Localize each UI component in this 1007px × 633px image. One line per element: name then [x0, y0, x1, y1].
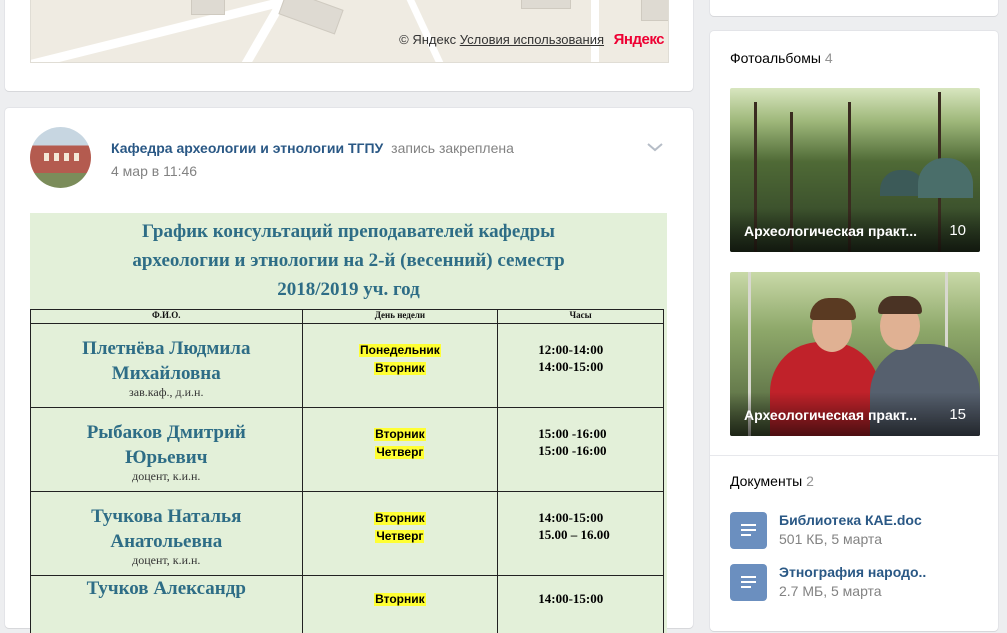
post-image-schedule[interactable]: График консультаций преподавателей кафед… — [30, 213, 667, 633]
documents-title: Документы — [730, 473, 802, 489]
teacher-rank: доцент, к.и.н. — [31, 470, 302, 482]
document-meta: 501 КБ, 5 марта — [779, 531, 882, 547]
teacher-patronymic: Михайловна — [31, 361, 302, 386]
sidebar-card: Фотоальбомы4 Археологическая практ... 10… — [710, 31, 998, 631]
table-row: Тучкова НатальяАнатольевнадоцент, к.и.н.… — [31, 492, 664, 576]
schedule-title-line: археологии и этнологии на 2-й (весенний)… — [30, 246, 667, 275]
schedule-table: Ф.И.О. День недели Часы Плетнёва Людмила… — [30, 309, 664, 633]
weekday: Четверг — [375, 446, 424, 459]
schedule-title-line: 2018/2019 уч. год — [30, 275, 667, 304]
album-tile[interactable]: Археологическая практ... 15 — [730, 272, 980, 436]
albums-title: Фотоальбомы — [730, 50, 821, 66]
teacher-surname: Тучкова Наталья — [31, 504, 302, 529]
hours: 15:00 -16:00 — [538, 442, 663, 459]
table-row: Рыбаков ДмитрийЮрьевичдоцент, к.и.н. Вто… — [31, 408, 664, 492]
teacher-rank: доцент, к.и.н. — [31, 554, 302, 566]
weekday: Понедельник — [359, 344, 441, 357]
pinned-label: запись закреплена — [391, 140, 514, 156]
sidebar-top-card — [710, 0, 998, 16]
document-name[interactable]: Библиотека КАЕ.doc — [779, 512, 922, 528]
author-name-link[interactable]: Кафедра археологии и этнологии ТГПУ — [111, 140, 383, 156]
map-attribution: © Яндекс Условия использования Яндекс — [399, 31, 664, 48]
schedule-header-row: Ф.И.О. День недели Часы — [31, 310, 664, 324]
weekday: Вторник — [374, 593, 426, 606]
schedule-title-line: График консультаций преподавателей кафед… — [30, 217, 667, 246]
pinned-post: Кафедра археологии и этнологии ТГПУ запи… — [5, 108, 693, 628]
chevron-down-icon[interactable] — [646, 141, 664, 153]
album-tile[interactable]: Археологическая практ... 10 — [730, 88, 980, 252]
documents-header[interactable]: Документы2 — [730, 473, 814, 489]
hours: 15.00 – 16.00 — [538, 526, 663, 543]
column-header: Часы — [498, 310, 664, 324]
teacher-rank: зав.каф., д.и.н. — [31, 386, 302, 398]
teacher-surname: Тучков Александр — [31, 576, 302, 601]
map-terms-link[interactable]: Условия использования — [460, 32, 604, 47]
weekday: Вторник — [374, 512, 426, 525]
documents-count: 2 — [806, 473, 814, 489]
teacher-surname: Плетнёва Людмила — [31, 336, 302, 361]
table-row: Тучков Александр Вторник 14:00-15:00 — [31, 576, 664, 633]
weekday: Вторник — [374, 362, 426, 375]
schedule-title: График консультаций преподавателей кафед… — [30, 217, 667, 304]
column-header: Ф.И.О. — [31, 310, 303, 324]
teacher-patronymic: Юрьевич — [31, 445, 302, 470]
document-icon — [730, 512, 767, 549]
weekday: Вторник — [374, 428, 426, 441]
hours: 12:00-14:00 — [538, 341, 663, 358]
post-date[interactable]: 4 мар в 11:46 — [111, 163, 197, 179]
hours: 14:00-15:00 — [538, 358, 663, 375]
document-name[interactable]: Этнография народо.. — [779, 564, 926, 580]
album-photo-count: 15 — [949, 406, 966, 423]
album-photo-count: 10 — [949, 222, 966, 239]
hours: 14:00-15:00 — [538, 509, 663, 526]
weekday: Четверг — [375, 530, 424, 543]
albums-count: 4 — [825, 50, 833, 66]
author-avatar[interactable] — [30, 127, 91, 188]
post-author-line: Кафедра археологии и этнологии ТГПУ запи… — [111, 140, 514, 156]
teacher-patronymic: Анатольевна — [31, 529, 302, 554]
document-item[interactable]: Библиотека КАЕ.doc 501 КБ, 5 марта — [730, 512, 990, 552]
hours: 15:00 -16:00 — [538, 425, 663, 442]
map-copyright: © Яндекс — [399, 32, 456, 47]
section-divider — [710, 455, 998, 456]
teacher-surname: Рыбаков Дмитрий — [31, 420, 302, 445]
document-item[interactable]: Этнография народо.. 2.7 МБ, 5 марта — [730, 564, 990, 604]
hours: 14:00-15:00 — [538, 590, 663, 607]
album-name: Археологическая практ... — [744, 407, 934, 423]
column-header: День недели — [302, 310, 498, 324]
album-name: Археологическая практ... — [744, 223, 934, 239]
table-row: Плетнёва ЛюдмилаМихайловназав.каф., д.и.… — [31, 324, 664, 408]
yandex-logo[interactable]: Яндекс — [614, 31, 664, 48]
document-icon — [730, 564, 767, 601]
yandex-map[interactable]: © Яндекс Условия использования Яндекс — [30, 0, 669, 63]
map-card: © Яндекс Условия использования Яндекс — [5, 0, 693, 91]
albums-header[interactable]: Фотоальбомы4 — [730, 50, 833, 66]
document-meta: 2.7 МБ, 5 марта — [779, 583, 882, 599]
